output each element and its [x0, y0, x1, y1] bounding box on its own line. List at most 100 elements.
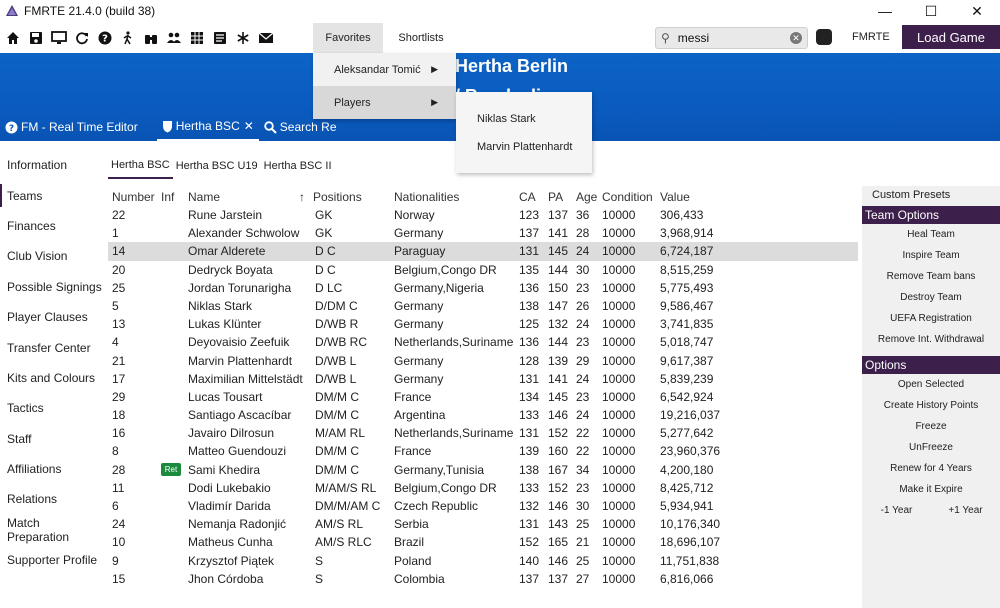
cell-age: 24 — [576, 408, 590, 423]
inspire-team-button[interactable]: Inspire Team — [862, 245, 1000, 266]
grid-icon[interactable] — [187, 28, 207, 48]
cell-condition: 10000 — [602, 462, 636, 477]
shortlists-menu-tab[interactable]: Shortlists — [387, 23, 455, 53]
table-row[interactable]: 20 Dedryck Boyata D C Belgium,Congo DR 135 14… — [108, 261, 858, 279]
table-row[interactable]: 22 Rune Jarstein GK Norway 123 137 36 10000 306,… — [108, 206, 858, 224]
load-game-button[interactable]: Load Game — [902, 25, 1000, 49]
column-header-ca[interactable]: CA — [519, 190, 536, 204]
close-window-icon[interactable]: ✕ — [954, 0, 1000, 22]
team-tab-hertha-bsc-ii[interactable]: Hertha BSC II — [261, 153, 335, 179]
custom-presets-label[interactable]: Custom Presets — [862, 186, 1000, 204]
search-icon — [264, 120, 277, 134]
nav-item-player-clauses[interactable]: Player Clauses — [0, 302, 104, 332]
nav-item-kits-and-colours[interactable]: Kits and Colours — [0, 363, 104, 393]
table-row[interactable]: 6 Vladimír Darida DM/M/AM C Czech Republic 1… — [108, 497, 858, 515]
nav-item-tactics[interactable]: Tactics — [0, 393, 104, 423]
fmrte-menu[interactable]: FMRTE — [852, 31, 890, 43]
binoculars-icon[interactable] — [141, 28, 161, 48]
remove-int-withdrawal-button[interactable]: Remove Int. Withdrawal — [862, 329, 1000, 350]
team-tab-hertha-bsc-u19[interactable]: Hertha BSC U19 — [173, 153, 261, 179]
create-history-points-button[interactable]: Create History Points — [862, 395, 1000, 416]
nav-item-supporter-profile[interactable]: Supporter Profile — [0, 545, 104, 575]
monitor-icon[interactable] — [49, 28, 69, 48]
renew-for-4-years-button[interactable]: Renew for 4 Years — [862, 458, 1000, 479]
unfreeze-button[interactable]: UnFreeze — [862, 437, 1000, 458]
make-it-expire-button[interactable]: Make it Expire — [862, 479, 1000, 500]
search-input[interactable] — [677, 31, 778, 45]
favorites-dropdown: Aleksandar Tomić ▶ Players ▶ — [313, 53, 456, 119]
nav-item-possible-signings[interactable]: Possible Signings — [0, 272, 104, 302]
group-icon[interactable] — [164, 28, 184, 48]
cell-ca: 140 — [519, 553, 540, 568]
nav-item-information[interactable]: Information — [0, 150, 104, 180]
column-header-name[interactable]: Name — [188, 190, 220, 204]
table-row[interactable]: 10 Matheus Cunha AM/S RLC Brazil 152 165 21 100… — [108, 533, 858, 551]
minus-one-year-button[interactable]: -1 Year — [862, 500, 931, 521]
table-row[interactable]: 5 Niklas Stark D/DM C Germany 138 147 26 10000 9… — [108, 297, 858, 315]
column-header-age[interactable]: Age — [576, 190, 597, 204]
plus-one-year-button[interactable]: +1 Year — [931, 500, 1000, 521]
favorite-item-players[interactable]: Players ▶ — [313, 86, 456, 119]
column-header-positions[interactable]: Positions — [313, 190, 362, 204]
clear-search-icon[interactable]: ✕ — [790, 32, 802, 44]
table-row[interactable]: 8 Matteo Guendouzi DM/M C France 139 160 22 100… — [108, 442, 858, 460]
help-icon[interactable]: ? — [95, 28, 115, 48]
nav-item-transfer-center[interactable]: Transfer Center — [0, 332, 104, 362]
nav-item-match-preparation[interactable]: Match Preparation — [0, 515, 104, 545]
remove-team-bans-button[interactable]: Remove Team bans — [862, 266, 1000, 287]
close-tab-icon[interactable]: ✕ — [244, 119, 254, 133]
person-walking-icon[interactable] — [118, 28, 138, 48]
home-icon[interactable] — [3, 28, 23, 48]
cell-pa: 152 — [548, 426, 569, 441]
table-row[interactable]: 9 Krzysztof Piątek S Poland 140 146 25 10000 11,… — [108, 552, 858, 570]
column-header-condition[interactable]: Condition — [602, 190, 653, 204]
table-row[interactable]: 11 Dodi Lukebakio M/AM/S RL Belgium,Congo D… — [108, 479, 858, 497]
favorites-menu-tab[interactable]: Favorites — [313, 23, 383, 53]
table-row[interactable]: 4 Deyovaisio Zeefuik D/WB RC Netherlands,Su… — [108, 333, 858, 351]
table-row[interactable]: 16 Javairo Dilrosun M/AM RL Netherlands,Sur… — [108, 424, 858, 442]
nav-item-teams[interactable]: Teams — [0, 180, 104, 210]
table-row[interactable]: 28 Sami Khedira DM/M C Germany,Tunisia 138 16… — [108, 461, 858, 479]
table-row[interactable]: 25 Jordan Torunarigha D LC Germany,Nigeria 1… — [108, 279, 858, 297]
team-tab-hertha-bsc[interactable]: Hertha BSC — [108, 153, 173, 179]
nav-item-staff[interactable]: Staff — [0, 424, 104, 454]
submenu-item-marvin-plattenhardt[interactable]: Marvin Plattenhardt — [456, 133, 592, 161]
table-row[interactable]: 17 Maximilian Mittelstädt D/WB L Germany 131… — [108, 370, 858, 388]
tab-hertha-bsc[interactable]: Hertha BSC ✕ — [156, 113, 259, 141]
save-icon[interactable] — [26, 28, 46, 48]
table-row[interactable]: 15 Jhon Córdoba S Colombia 137 137 27 10000 6,81… — [108, 570, 858, 588]
table-row[interactable]: 24 Nemanja Radonjić AM/S RL Serbia 131 143 25 1… — [108, 515, 858, 533]
favorite-item-aleksandar-tomic[interactable]: Aleksandar Tomić ▶ — [313, 53, 456, 86]
mail-icon[interactable] — [256, 28, 276, 48]
table-row[interactable]: 21 Marvin Plattenhardt D/WB L Germany 128 139… — [108, 352, 858, 370]
table-row[interactable]: 1 Alexander Schwolow GK Germany 137 141 28 1000… — [108, 224, 858, 242]
left-nav: Information Teams Finances Club Vision Possi… — [0, 150, 104, 608]
column-header-inf[interactable]: Inf — [161, 190, 174, 204]
nav-item-affiliations[interactable]: Affiliations — [0, 454, 104, 484]
maximize-icon[interactable]: ☐ — [908, 0, 954, 22]
column-header-number[interactable]: Number — [112, 190, 155, 204]
snowflake-icon[interactable] — [233, 28, 253, 48]
submenu-item-niklas-stark[interactable]: Niklas Stark — [456, 105, 592, 133]
column-header-value[interactable]: Value — [660, 190, 690, 204]
list-icon[interactable] — [210, 28, 230, 48]
uefa-registration-button[interactable]: UEFA Registration — [862, 308, 1000, 329]
freeze-button[interactable]: Freeze — [862, 416, 1000, 437]
cell-name: Lucas Tousart — [188, 389, 263, 404]
column-header-pa[interactable]: PA — [548, 190, 563, 204]
refresh-icon[interactable] — [72, 28, 92, 48]
tab-fm-real-time-editor[interactable]: ? FM - Real Time Editor — [0, 113, 143, 141]
minimize-icon[interactable]: — — [862, 0, 908, 22]
table-row[interactable]: 29 Lucas Tousart DM/M C France 134 145 23 10000… — [108, 388, 858, 406]
table-row[interactable]: 14 Omar Alderete D C Paraguay 131 145 24 10000 6… — [108, 242, 858, 261]
nav-item-finances[interactable]: Finances — [0, 211, 104, 241]
open-selected-button[interactable]: Open Selected — [862, 374, 1000, 395]
nav-item-club-vision[interactable]: Club Vision — [0, 241, 104, 271]
discord-icon[interactable] — [816, 29, 832, 45]
heal-team-button[interactable]: Heal Team — [862, 224, 1000, 245]
table-row[interactable]: 18 Santiago Ascacíbar DM/M C Argentina 133 14… — [108, 406, 858, 424]
destroy-team-button[interactable]: Destroy Team — [862, 287, 1000, 308]
table-row[interactable]: 13 Lukas Klünter D/WB R Germany 125 132 24 1000… — [108, 315, 858, 333]
nav-item-relations[interactable]: Relations — [0, 484, 104, 514]
column-header-nationalities[interactable]: Nationalities — [394, 190, 459, 204]
